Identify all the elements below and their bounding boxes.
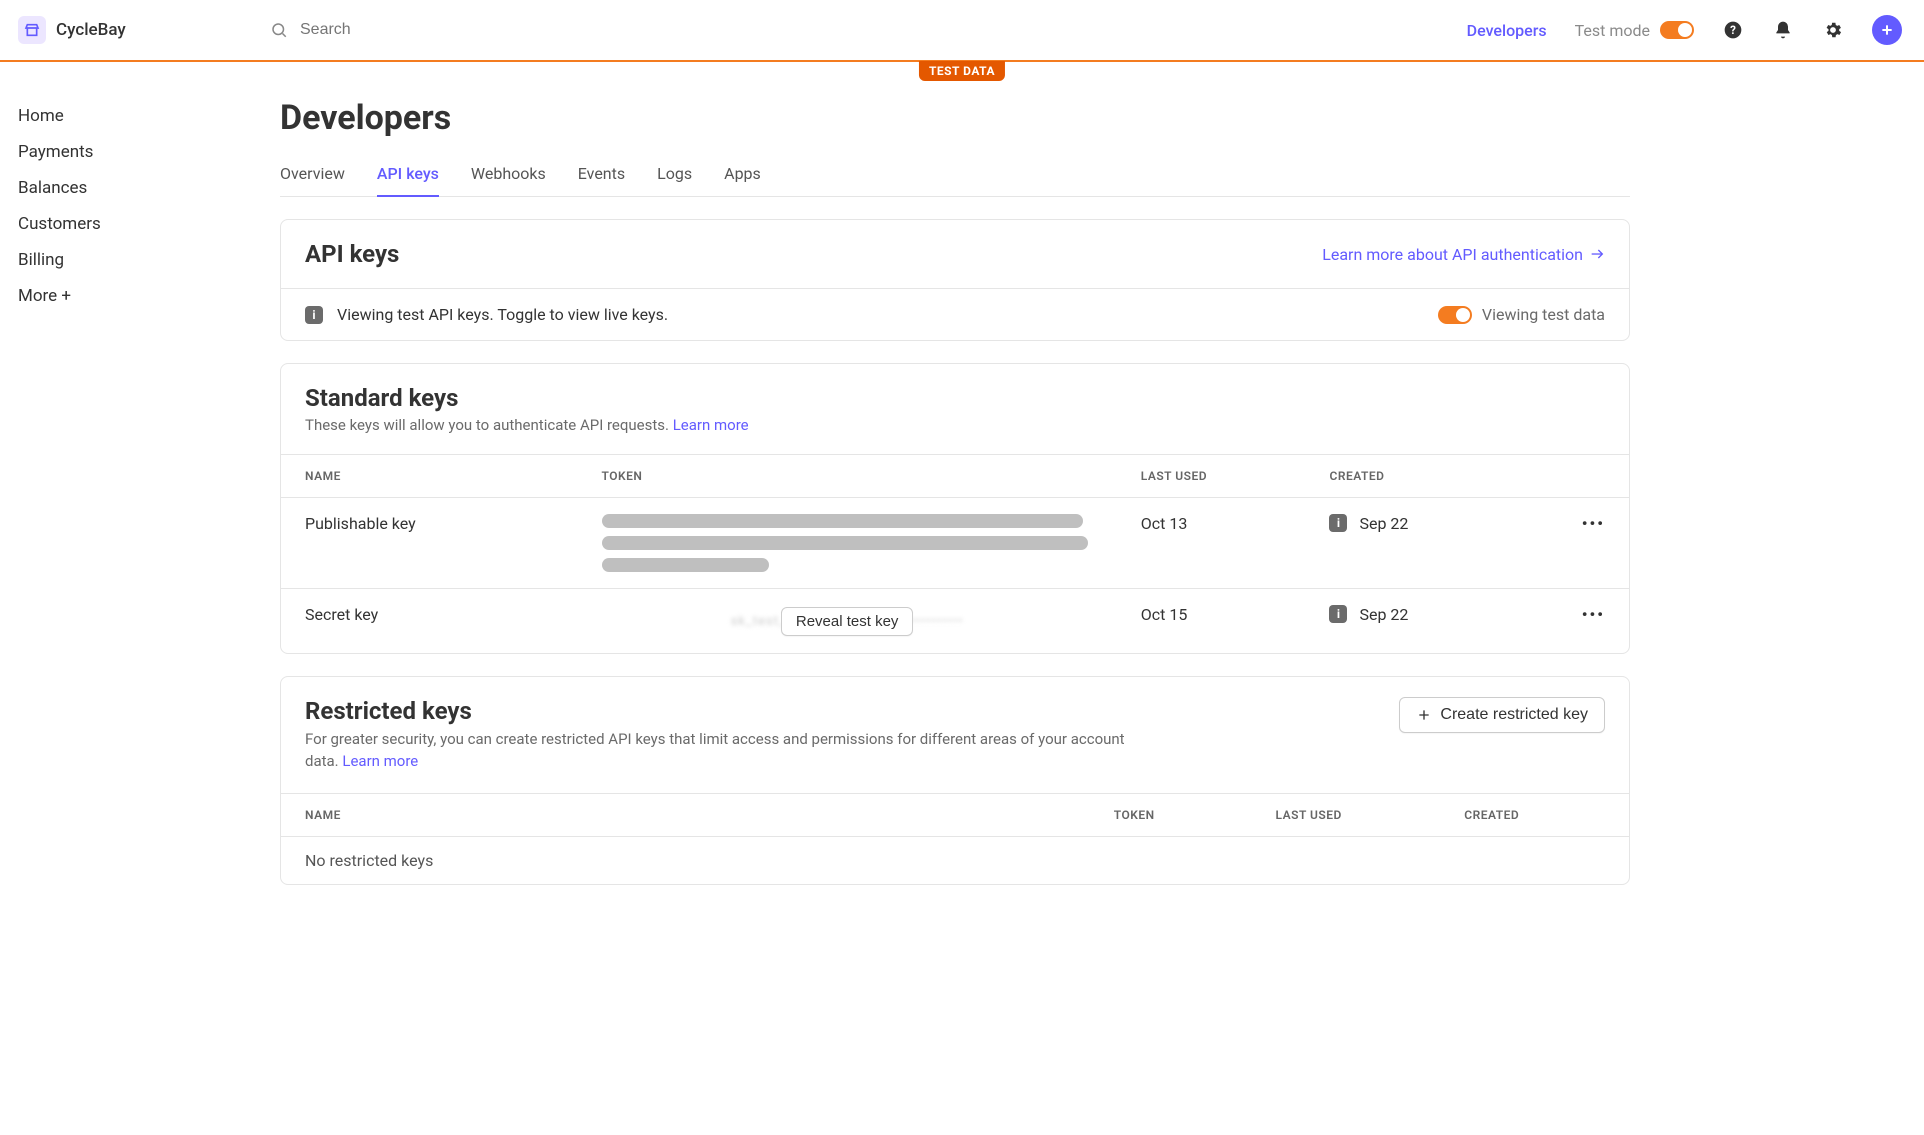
developers-link[interactable]: Developers — [1467, 21, 1547, 40]
standard-keys-sub-text: These keys will allow you to authenticat… — [305, 416, 673, 434]
viewing-test-data-label: Viewing test data — [1482, 305, 1605, 324]
topbar: CycleBay Developers Test mode ? TEST DAT… — [0, 0, 1924, 62]
search-icon — [270, 21, 288, 39]
key-created: Sep 22 — [1359, 605, 1408, 624]
col-created: CREATED — [1305, 455, 1548, 498]
viewing-test-data-toggle[interactable] — [1438, 306, 1472, 324]
search[interactable] — [270, 20, 1447, 40]
plus-icon — [1416, 707, 1432, 723]
key-last-used: Oct 15 — [1117, 589, 1306, 654]
key-last-used: Oct 13 — [1117, 498, 1306, 589]
r-col-token: TOKEN — [1090, 793, 1252, 836]
main: Developers Overview API keys Webhooks Ev… — [270, 62, 1690, 945]
info-icon: i — [1329, 605, 1347, 623]
learn-api-auth-link[interactable]: Learn more about API authentication — [1322, 245, 1605, 264]
page-title: Developers — [280, 98, 1630, 138]
r-col-created: CREATED — [1440, 793, 1629, 836]
sidebar-item-balances[interactable]: Balances — [18, 170, 270, 206]
help-icon[interactable]: ? — [1722, 19, 1744, 41]
tabs: Overview API keys Webhooks Events Logs A… — [280, 156, 1630, 197]
col-last-used: LAST USED — [1117, 455, 1306, 498]
tab-events[interactable]: Events — [578, 156, 625, 197]
sidebar-item-billing[interactable]: Billing — [18, 242, 270, 278]
info-icon: i — [305, 306, 323, 324]
sidebar: Home Payments Balances Customers Billing… — [0, 62, 270, 945]
restricted-keys-sub: For greater security, you can create res… — [305, 729, 1155, 773]
info-icon: i — [1329, 514, 1347, 532]
tab-logs[interactable]: Logs — [657, 156, 692, 197]
standard-keys-heading: Standard keys — [305, 384, 1605, 412]
gear-icon[interactable] — [1822, 19, 1844, 41]
sidebar-item-home[interactable]: Home — [18, 98, 270, 134]
restricted-keys-card: Restricted keys For greater security, yo… — [280, 676, 1630, 885]
top-actions: Developers Test mode ? — [1467, 15, 1902, 45]
brand[interactable]: CycleBay — [18, 16, 270, 44]
test-mode: Test mode — [1575, 21, 1694, 40]
table-row: No restricted keys — [281, 836, 1629, 884]
reveal-test-key-button[interactable]: Reveal test key — [781, 607, 914, 636]
table-row: Publishable key Oct 13 i — [281, 498, 1629, 589]
sidebar-item-customers[interactable]: Customers — [18, 206, 270, 242]
restricted-keys-table: NAME TOKEN LAST USED CREATED No restrict… — [281, 793, 1629, 884]
standard-keys-table: NAME TOKEN LAST USED CREATED Publishable… — [281, 454, 1629, 653]
key-name: Secret key — [281, 589, 578, 654]
r-col-last-used: LAST USED — [1252, 793, 1441, 836]
col-name: NAME — [281, 455, 578, 498]
search-input[interactable] — [298, 20, 1447, 40]
row-menu-button[interactable]: ••• — [1548, 498, 1629, 589]
table-row: Secret key sk_test_•••••••••••••••••••••… — [281, 589, 1629, 654]
restricted-learn-more-link[interactable]: Learn more — [342, 751, 418, 773]
tab-apps[interactable]: Apps — [724, 156, 761, 197]
sidebar-item-more[interactable]: More + — [18, 278, 270, 314]
secret-key-token: sk_test_••••••••••••••••••••••••••••••••… — [602, 605, 1093, 637]
notice-text: Viewing test API keys. Toggle to view li… — [337, 305, 668, 324]
learn-api-auth-label: Learn more about API authentication — [1322, 245, 1583, 264]
key-created: Sep 22 — [1359, 514, 1408, 533]
create-restricted-key-label: Create restricted key — [1440, 706, 1588, 724]
viewing-test-data: Viewing test data — [1438, 305, 1605, 324]
api-keys-card: API keys Learn more about API authentica… — [280, 219, 1630, 341]
tab-webhooks[interactable]: Webhooks — [471, 156, 546, 197]
bell-icon[interactable] — [1772, 19, 1794, 41]
standard-keys-sub: These keys will allow you to authenticat… — [305, 416, 1605, 434]
row-menu-button[interactable]: ••• — [1548, 589, 1629, 654]
tab-overview[interactable]: Overview — [280, 156, 345, 197]
sidebar-item-payments[interactable]: Payments — [18, 134, 270, 170]
test-keys-notice: i Viewing test API keys. Toggle to view … — [281, 288, 1629, 340]
brand-logo-icon — [18, 16, 46, 44]
col-token: TOKEN — [578, 455, 1117, 498]
arrow-right-icon — [1589, 246, 1605, 262]
r-col-name: NAME — [281, 793, 1090, 836]
restricted-keys-heading: Restricted keys — [305, 697, 1155, 725]
svg-text:?: ? — [1730, 23, 1736, 37]
restricted-empty-text: No restricted keys — [281, 836, 1629, 884]
test-mode-toggle[interactable] — [1660, 21, 1694, 39]
key-name: Publishable key — [281, 498, 578, 589]
standard-keys-card: Standard keys These keys will allow you … — [280, 363, 1630, 654]
restricted-keys-sub-text: For greater security, you can create res… — [305, 730, 1125, 770]
standard-learn-more-link[interactable]: Learn more — [673, 416, 749, 434]
brand-name: CycleBay — [56, 20, 126, 40]
key-token-redacted — [578, 498, 1117, 589]
api-keys-heading: API keys — [305, 240, 399, 268]
test-data-badge: TEST DATA — [919, 61, 1005, 81]
test-mode-label: Test mode — [1575, 21, 1650, 40]
tab-api-keys[interactable]: API keys — [377, 156, 439, 197]
create-restricted-key-button[interactable]: Create restricted key — [1399, 697, 1605, 733]
add-button[interactable] — [1872, 15, 1902, 45]
